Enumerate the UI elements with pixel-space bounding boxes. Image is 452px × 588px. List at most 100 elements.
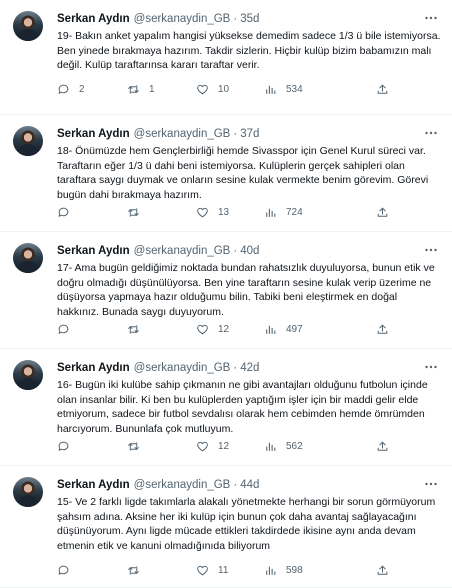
tweet-header: Serkan Aydın @serkanaydin_GB · 42d	[57, 360, 440, 376]
reply-button[interactable]	[57, 321, 79, 337]
tweet[interactable]: Serkan Aydın @serkanaydin_GB · 42d 16- Bugü…	[0, 349, 452, 466]
tweet-text: 15- Ve 2 farklı ligde takımlarla alakalı…	[57, 496, 436, 553]
share-button[interactable]	[376, 204, 389, 220]
author-name[interactable]: Serkan Aydın	[57, 128, 130, 140]
retweet-button[interactable]	[127, 204, 149, 220]
like-count: 11	[218, 564, 229, 576]
views-button[interactable]: 724	[264, 204, 303, 220]
author-handle[interactable]: @serkanaydin_GB	[134, 128, 231, 140]
retweet-icon	[127, 323, 140, 336]
retweet-button[interactable]: 1	[127, 81, 155, 97]
share-button[interactable]	[376, 438, 389, 454]
more-options-icon[interactable]	[422, 242, 440, 258]
heart-icon	[196, 206, 209, 219]
avatar[interactable]	[13, 477, 43, 507]
views-button[interactable]: 497	[264, 321, 303, 337]
reply-button[interactable]: 2	[57, 81, 85, 97]
tweet-actions: 12 497	[57, 321, 442, 337]
author-name[interactable]: Serkan Aydın	[57, 362, 130, 374]
view-count: 534	[286, 83, 303, 95]
separator-dot: ·	[233, 245, 238, 257]
share-icon	[376, 206, 389, 219]
more-options-icon[interactable]	[422, 476, 440, 492]
like-button[interactable]: 12	[196, 438, 229, 454]
tweet-header: Serkan Aydın @serkanaydin_GB · 35d	[57, 11, 440, 27]
views-button[interactable]: 562	[264, 438, 303, 454]
reply-button[interactable]	[57, 562, 79, 578]
share-icon	[376, 440, 389, 453]
retweet-count: 1	[149, 83, 155, 95]
tweet-text: 18- Önümüzde hem Gençlerbirliği hemde Si…	[57, 145, 429, 202]
avatar[interactable]	[13, 126, 43, 156]
like-count: 10	[218, 83, 230, 95]
tweet[interactable]: Serkan Aydın @serkanaydin_GB · 44d 15- Ve 2…	[0, 466, 452, 588]
like-count: 12	[218, 440, 230, 452]
reply-button[interactable]	[57, 438, 79, 454]
more-options-icon[interactable]	[422, 10, 440, 26]
reply-icon	[57, 440, 70, 453]
author-handle[interactable]: @serkanaydin_GB	[134, 479, 231, 491]
avatar[interactable]	[13, 360, 43, 390]
more-options-icon[interactable]	[422, 125, 440, 141]
tweet-timestamp[interactable]: 40d	[240, 245, 259, 257]
share-icon	[376, 564, 389, 577]
separator-dot: ·	[233, 13, 238, 25]
share-icon	[376, 83, 389, 96]
author-name[interactable]: Serkan Aydın	[57, 13, 130, 25]
author-handle[interactable]: @serkanaydin_GB	[134, 13, 231, 25]
reply-icon	[57, 564, 70, 577]
heart-icon	[196, 564, 209, 577]
retweet-button[interactable]	[127, 321, 149, 337]
more-options-icon[interactable]	[422, 359, 440, 375]
tweet-actions: 13 724	[57, 204, 442, 220]
tweet-header: Serkan Aydın @serkanaydin_GB · 40d	[57, 243, 440, 259]
like-button[interactable]: 13	[196, 204, 229, 220]
tweet[interactable]: Serkan Aydın @serkanaydin_GB · 37d 18- Önüm…	[0, 115, 452, 232]
tweet-timestamp[interactable]: 42d	[240, 362, 259, 374]
reply-icon	[57, 83, 70, 96]
tweet[interactable]: Serkan Aydın @serkanaydin_GB · 40d 17- Ama …	[0, 232, 452, 349]
heart-icon	[196, 83, 209, 96]
share-button[interactable]	[376, 81, 389, 97]
like-button[interactable]: 12	[196, 321, 229, 337]
tweet-timestamp[interactable]: 35d	[240, 13, 259, 25]
retweet-button[interactable]	[127, 438, 149, 454]
author-handle[interactable]: @serkanaydin_GB	[134, 362, 231, 374]
author-name[interactable]: Serkan Aydın	[57, 479, 130, 491]
retweet-icon	[127, 440, 140, 453]
bar-chart-icon	[264, 440, 277, 453]
bar-chart-icon	[264, 206, 277, 219]
reply-icon	[57, 323, 70, 336]
separator-dot: ·	[233, 128, 238, 140]
reply-button[interactable]	[57, 204, 79, 220]
retweet-button[interactable]	[127, 562, 149, 578]
tweet-text: 16- Bugün iki kulübe sahip çıkmanın ne g…	[57, 379, 428, 436]
tweet[interactable]: Serkan Aydın @serkanaydin_GB · 35d 19- Bakı…	[0, 0, 452, 115]
like-count: 12	[218, 323, 230, 335]
view-count: 724	[286, 206, 303, 218]
share-button[interactable]	[376, 562, 389, 578]
tweet-timestamp[interactable]: 44d	[240, 479, 259, 491]
retweet-icon	[127, 564, 140, 577]
tweet-header: Serkan Aydın @serkanaydin_GB · 44d	[57, 477, 440, 493]
bar-chart-icon	[264, 323, 277, 336]
views-button[interactable]: 598	[264, 562, 303, 578]
like-button[interactable]: 11	[196, 562, 228, 578]
tweet-timestamp[interactable]: 37d	[240, 128, 259, 140]
tweet-actions: 2 1 10 534	[57, 81, 442, 97]
author-handle[interactable]: @serkanaydin_GB	[134, 245, 231, 257]
view-count: 562	[286, 440, 303, 452]
avatar[interactable]	[13, 243, 43, 273]
author-name[interactable]: Serkan Aydın	[57, 245, 130, 257]
views-button[interactable]: 534	[264, 81, 303, 97]
bar-chart-icon	[264, 564, 277, 577]
avatar[interactable]	[13, 11, 43, 41]
tweet-actions: 11 598	[57, 562, 442, 578]
heart-icon	[196, 323, 209, 336]
separator-dot: ·	[233, 479, 238, 491]
tweet-text: 17- Ama bugün geldiğimiz noktada bundan …	[57, 262, 435, 319]
like-button[interactable]: 10	[196, 81, 229, 97]
share-button[interactable]	[376, 321, 389, 337]
reply-count: 2	[79, 83, 85, 95]
bar-chart-icon	[264, 83, 277, 96]
